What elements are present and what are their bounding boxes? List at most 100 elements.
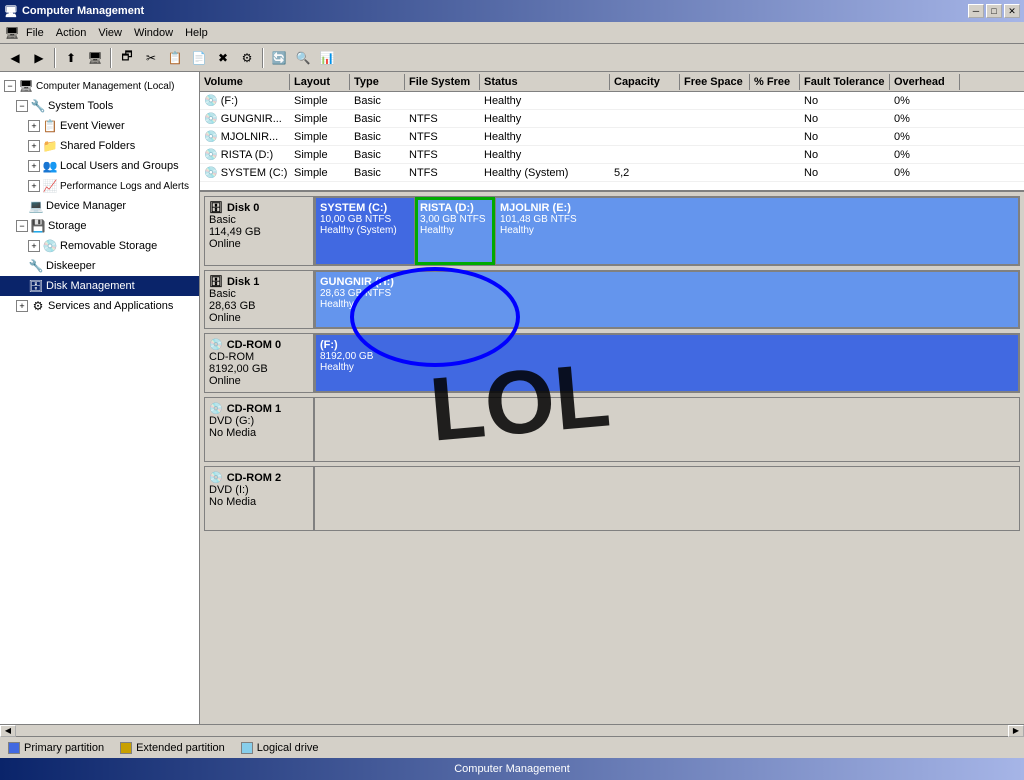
removable-label: Removable Storage xyxy=(60,240,157,252)
shared-folders-label: Shared Folders xyxy=(60,140,135,152)
disk-1-type: Basic xyxy=(209,288,309,300)
forward-button[interactable]: ▶ xyxy=(28,47,50,69)
local-users-expand[interactable]: + xyxy=(28,160,40,172)
storage-icon: 💾 xyxy=(30,218,46,234)
cdrom-2-name: 💿 CD-ROM 2 xyxy=(209,471,309,484)
cut-button[interactable]: ✂ xyxy=(140,47,162,69)
col-fault: Fault Tolerance xyxy=(800,74,890,90)
new-window-button[interactable]: 🗗 xyxy=(116,47,138,69)
disk1-icon: 🗄 xyxy=(209,275,223,288)
sidebar-item-perf-logs[interactable]: + 📈 Performance Logs and Alerts xyxy=(0,176,199,196)
maximize-button[interactable]: □ xyxy=(986,4,1002,18)
perf-logs-expand[interactable]: + xyxy=(28,180,40,192)
sidebar-item-disk-mgmt[interactable]: 🗄 Disk Management xyxy=(0,276,199,296)
cdrom-2-status: No Media xyxy=(209,496,309,508)
partition-h[interactable]: GUNGNIR (H:) 28,63 GB NTFS Healthy xyxy=(315,271,1019,328)
table-row[interactable]: 💿 RISTA (D:) Simple Basic NTFS Healthy N… xyxy=(200,146,1024,164)
table-row[interactable]: 💿 SYSTEM (C:) Simple Basic NTFS Healthy … xyxy=(200,164,1024,182)
status-bar: Primary partition Extended partition Log… xyxy=(0,736,1024,758)
sidebar-item-removable[interactable]: + 💿 Removable Storage xyxy=(0,236,199,256)
cdrom-1-label: 💿 CD-ROM 1 DVD (G:) No Media xyxy=(204,397,314,462)
refresh-button[interactable]: 🔄 xyxy=(268,47,290,69)
volume-table-header: Volume Layout Type File System Status Ca… xyxy=(200,72,1024,92)
close-button[interactable]: ✕ xyxy=(1004,4,1020,18)
partition-d[interactable]: RISTA (D:) 3,00 GB NTFS Healthy xyxy=(415,197,495,265)
export-button[interactable]: 📊 xyxy=(316,47,338,69)
svc-apps-label: Services and Applications xyxy=(48,300,173,312)
legend-logical-label: Logical drive xyxy=(257,742,319,754)
shared-folders-icon: 📁 xyxy=(42,138,58,154)
sidebar-item-local-users[interactable]: + 👥 Local Users and Groups xyxy=(0,156,199,176)
disk-1-name: 🗄 Disk 1 xyxy=(209,275,309,288)
system-tools-expand[interactable]: − xyxy=(16,100,28,112)
cdrom-0-type: CD-ROM xyxy=(209,351,309,363)
toolbar-separator-1 xyxy=(54,48,56,68)
sidebar-item-device-manager[interactable]: 💻 Device Manager xyxy=(0,196,199,216)
svc-apps-expand[interactable]: + xyxy=(16,300,28,312)
scroll-track[interactable] xyxy=(16,725,1008,736)
removable-expand[interactable]: + xyxy=(28,240,40,252)
col-layout: Layout xyxy=(290,74,350,90)
disk-0-type: Basic xyxy=(209,214,309,226)
up-button[interactable]: ⬆ xyxy=(60,47,82,69)
legend-logical: Logical drive xyxy=(241,742,319,754)
menu-window[interactable]: Window xyxy=(128,25,179,41)
table-row[interactable]: 💿 (F:) Simple Basic Healthy No 0% xyxy=(200,92,1024,110)
menu-action[interactable]: Action xyxy=(50,25,93,41)
cdrom-0-drive[interactable]: (F:) 8192,00 GB Healthy xyxy=(315,334,1019,392)
toolbar: ◀ ▶ ⬆ 🖥 🗗 ✂ 📋 📄 ✖ ⚙ 🔄 🔍 📊 xyxy=(0,44,1024,72)
toolbar-separator-3 xyxy=(262,48,264,68)
sidebar-item-shared-folders[interactable]: + 📁 Shared Folders xyxy=(0,136,199,156)
col-pctfree: % Free xyxy=(750,74,800,90)
menu-help[interactable]: Help xyxy=(179,25,214,41)
disk-row-0: 🗄 Disk 0 Basic 114,49 GB Online SYSTEM (… xyxy=(204,196,1020,266)
sidebar-item-diskeeper[interactable]: 🔧 Diskeeper xyxy=(0,256,199,276)
sidebar-item-system-tools[interactable]: − 🔧 System Tools xyxy=(0,96,199,116)
menu-file[interactable]: File xyxy=(20,25,50,41)
sidebar-item-svc-apps[interactable]: + ⚙ Services and Applications xyxy=(0,296,199,316)
menu-bar: 🖥 File Action View Window Help xyxy=(0,22,1024,44)
shared-folders-expand[interactable]: + xyxy=(28,140,40,152)
sidebar-item-root[interactable]: − 🖥 Computer Management (Local) xyxy=(0,76,199,96)
device-manager-label: Device Manager xyxy=(46,200,126,212)
properties-button[interactable]: ⚙ xyxy=(236,47,258,69)
storage-label: Storage xyxy=(48,220,87,232)
legend-extended: Extended partition xyxy=(120,742,225,754)
partition-e[interactable]: MJOLNIR (E:) 101,48 GB NTFS Healthy xyxy=(495,197,1019,265)
content-area: ALL HAIL LOL Volume Layout Type File Sys… xyxy=(200,72,1024,724)
minimize-button[interactable]: ─ xyxy=(968,4,984,18)
legend-extended-box xyxy=(120,742,132,754)
diskeeper-label: Diskeeper xyxy=(46,260,96,272)
cdrom-2-label: 💿 CD-ROM 2 DVD (I:) No Media xyxy=(204,466,314,531)
diskeeper-icon: 🔧 xyxy=(28,258,44,274)
scroll-left-button[interactable]: ◀ xyxy=(0,725,16,737)
sidebar-item-storage[interactable]: − 💾 Storage xyxy=(0,216,199,236)
event-viewer-expand[interactable]: + xyxy=(28,120,40,132)
disk-row-1: 🗄 Disk 1 Basic 28,63 GB Online GUNGNIR (… xyxy=(204,270,1020,329)
search-button[interactable]: 🔍 xyxy=(292,47,314,69)
local-users-icon: 👥 xyxy=(42,158,58,174)
cdrom-2-type: DVD (I:) xyxy=(209,484,309,496)
delete-button[interactable]: ✖ xyxy=(212,47,234,69)
copy-button[interactable]: 📋 xyxy=(164,47,186,69)
cdrom-1-type: DVD (G:) xyxy=(209,415,309,427)
bottom-taskbar: Computer Management xyxy=(0,758,1024,780)
col-capacity: Capacity xyxy=(610,74,680,90)
show-hide-button[interactable]: 🖥 xyxy=(84,47,106,69)
partition-c[interactable]: SYSTEM (C:) 10,00 GB NTFS Healthy (Syste… xyxy=(315,197,415,265)
sidebar-item-event-viewer[interactable]: + 📋 Event Viewer xyxy=(0,116,199,136)
root-expand-icon[interactable]: − xyxy=(4,80,16,92)
back-button[interactable]: ◀ xyxy=(4,47,26,69)
cdrom-1-partitions xyxy=(314,397,1020,462)
partition-h-fs: 28,63 GB NTFS xyxy=(320,288,1014,299)
disk-row-cdrom0: 💿 CD-ROM 0 CD-ROM 8192,00 GB Online (F:)… xyxy=(204,333,1020,393)
volume-list: 💿 (F:) Simple Basic Healthy No 0% 💿 GUNG… xyxy=(200,92,1024,192)
storage-expand[interactable]: − xyxy=(16,220,28,232)
menu-view[interactable]: View xyxy=(92,25,128,41)
scroll-right-button[interactable]: ▶ xyxy=(1008,725,1024,737)
table-row[interactable]: 💿 GUNGNIR... Simple Basic NTFS Healthy N… xyxy=(200,110,1024,128)
partition-h-status: Healthy xyxy=(320,299,1014,310)
paste-button[interactable]: 📄 xyxy=(188,47,210,69)
disk-mgmt-icon: 🗄 xyxy=(28,278,44,294)
table-row[interactable]: 💿 MJOLNIR... Simple Basic NTFS Healthy N… xyxy=(200,128,1024,146)
